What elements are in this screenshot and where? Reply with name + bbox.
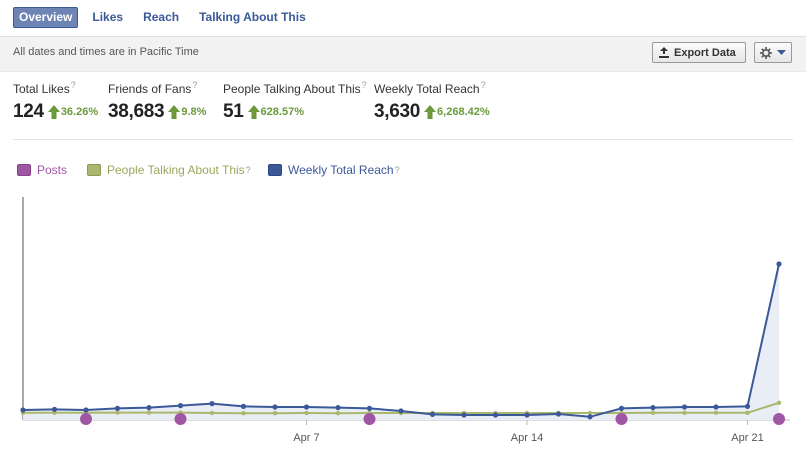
stat-label: Total Likes: [13, 82, 70, 96]
reach-point: [366, 405, 373, 411]
help-icon[interactable]: ?: [71, 80, 76, 90]
x-tick-label: Apr 7: [293, 432, 319, 444]
export-data-button[interactable]: Export Data: [652, 42, 746, 63]
chevron-down-icon: [777, 49, 786, 55]
reach-point: [776, 261, 782, 267]
legend-swatch: [17, 164, 31, 176]
reach-point: [51, 406, 58, 412]
reach-point: [398, 408, 404, 414]
help-icon[interactable]: ?: [246, 165, 251, 175]
stat-label: People Talking About This: [223, 82, 361, 96]
legend-label: People Talking About This: [107, 163, 245, 177]
arrow-up-icon: [47, 105, 60, 119]
divider: [13, 139, 793, 140]
legend-swatch: [87, 164, 101, 176]
reach-point: [492, 412, 499, 418]
stat-label: Weekly Total Reach: [374, 82, 480, 96]
talking-point: [682, 410, 687, 415]
upload-icon: [659, 47, 669, 58]
x-tick-label: Apr 14: [511, 432, 543, 444]
reach-point: [335, 405, 341, 411]
stat-change: 36.26%: [60, 106, 99, 118]
help-icon[interactable]: ?: [192, 80, 197, 90]
legend-label: Weekly Total Reach: [288, 163, 394, 177]
stat-value: 124: [13, 101, 44, 122]
talking-point: [146, 410, 152, 415]
post-marker: [615, 413, 628, 425]
reach-point: [681, 404, 688, 410]
reach-point: [618, 405, 625, 411]
reach-point: [587, 414, 593, 420]
legend-posts[interactable]: Posts: [17, 163, 67, 177]
stat-value: 51: [223, 101, 244, 122]
timezone-note: All dates and times are in Pacific Time: [13, 46, 199, 58]
talking-point: [272, 411, 278, 416]
gear-icon: [760, 46, 772, 59]
reach-line: [22, 263, 780, 418]
reach-point: [744, 403, 751, 409]
stat-label: Friends of Fans: [108, 82, 192, 96]
tab-likes[interactable]: Likes: [86, 7, 129, 28]
reach-point: [177, 403, 184, 409]
talking-point: [335, 411, 341, 416]
stat-friends-of-fans: Friends of Fans? 38,683 9.8%: [108, 80, 206, 123]
stat-change: 6,268.42%: [437, 106, 490, 118]
talking-point: [745, 410, 750, 415]
post-marker: [174, 413, 187, 425]
stat-change: 9.8%: [181, 106, 207, 118]
arrow-up-icon: [168, 105, 181, 119]
stat-value: 3,630: [374, 101, 421, 122]
timezone-bar: All dates and times are in Pacific Time …: [0, 36, 806, 72]
reach-point: [713, 404, 719, 410]
stat-people-talking: People Talking About This? 51 628.57%: [223, 80, 367, 123]
stat-change: 628.57%: [260, 106, 304, 118]
reach-point: [20, 407, 26, 413]
help-icon[interactable]: ?: [481, 80, 486, 90]
reach-point: [272, 404, 278, 410]
talking-point: [304, 410, 309, 416]
settings-dropdown-button[interactable]: [754, 42, 792, 63]
help-icon[interactable]: ?: [395, 165, 400, 175]
reach-point: [303, 404, 310, 410]
arrow-up-icon: [247, 105, 260, 119]
reach-point: [240, 403, 247, 409]
tab-reach[interactable]: Reach: [137, 7, 185, 28]
talking-point: [115, 410, 120, 415]
tab-bar: Overview Likes Reach Talking About This: [13, 6, 320, 28]
stat-weekly-total-reach: Weekly Total Reach? 3,630 6,268.42%: [374, 80, 490, 123]
reach-area: [23, 263, 779, 420]
legend-people-talking[interactable]: People Talking About This?: [87, 163, 251, 177]
post-marker: [363, 413, 376, 425]
line-chart: Apr 7 Apr 14 Apr 21: [20, 197, 790, 444]
tab-overview[interactable]: Overview: [13, 6, 79, 28]
talking-point: [241, 411, 246, 416]
reach-point: [83, 407, 89, 413]
reach-point: [429, 411, 436, 417]
legend-weekly-total-reach[interactable]: Weekly Total Reach?: [268, 163, 400, 177]
x-tick-label: Apr 21: [731, 432, 763, 444]
talking-point: [776, 400, 782, 405]
talking-point: [209, 410, 215, 416]
talking-point: [713, 410, 719, 415]
legend-label: Posts: [37, 163, 68, 177]
post-marker: [773, 413, 785, 425]
talking-point: [650, 410, 656, 415]
reach-point: [650, 405, 656, 411]
arrow-up-icon: [424, 105, 437, 119]
reach-point: [461, 412, 467, 418]
tab-talking-about-this[interactable]: Talking About This: [193, 7, 312, 28]
post-marker: [80, 413, 92, 425]
reach-point: [114, 405, 121, 411]
stat-value: 38,683: [108, 101, 165, 122]
reach-point: [555, 411, 562, 417]
stat-total-likes: Total Likes? 124 36.26%: [13, 80, 98, 123]
reach-point: [209, 401, 215, 407]
reach-point: [524, 412, 530, 418]
help-icon[interactable]: ?: [362, 80, 367, 90]
export-data-label: Export Data: [674, 46, 736, 59]
legend-swatch: [268, 164, 282, 176]
reach-point: [146, 405, 152, 411]
